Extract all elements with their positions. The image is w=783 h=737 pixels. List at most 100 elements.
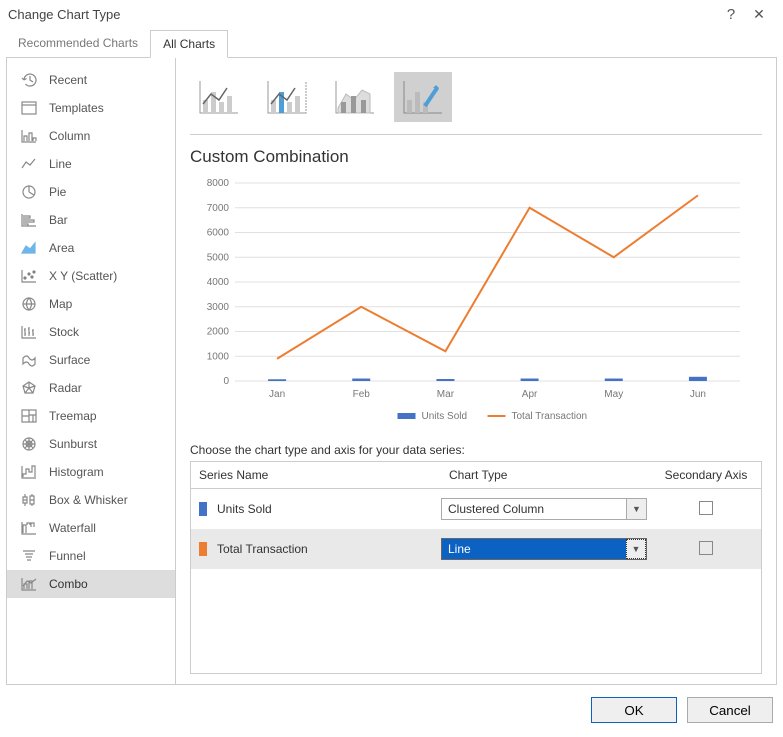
sidebar-item-bar[interactable]: Bar — [7, 206, 175, 234]
svg-text:May: May — [604, 389, 623, 400]
series-grid: Series Name Chart Type Secondary Axis Un… — [190, 461, 762, 674]
svg-text:Jan: Jan — [269, 389, 285, 400]
sidebar-item-treemap[interactable]: Treemap — [7, 402, 175, 430]
series-swatch — [199, 542, 207, 556]
treemap-icon — [19, 407, 39, 425]
scatter-icon — [19, 267, 39, 285]
sidebar-item-label: Treemap — [49, 409, 97, 423]
sidebar-item-templates[interactable]: Templates — [7, 94, 175, 122]
svg-text:Mar: Mar — [437, 389, 455, 400]
stock-icon — [19, 323, 39, 341]
sidebar-item-map[interactable]: Map — [7, 290, 175, 318]
sidebar-item-histogram[interactable]: Histogram — [7, 458, 175, 486]
chart-preview[interactable]: 010002000300040005000600070008000JanFebM… — [190, 173, 762, 433]
sidebar-item-radar[interactable]: Radar — [7, 374, 175, 402]
svg-text:0: 0 — [223, 376, 229, 387]
secondary-axis-checkbox[interactable] — [699, 541, 713, 555]
tab-all-charts[interactable]: All Charts — [150, 30, 228, 58]
sidebar-item-label: Radar — [49, 381, 82, 395]
map-icon — [19, 295, 39, 313]
combo-thumb-clustered-column-line-secondary[interactable] — [258, 72, 316, 122]
tab-recommended-charts[interactable]: Recommended Charts — [6, 30, 150, 58]
svg-text:1000: 1000 — [207, 351, 230, 362]
sidebar-item-box-whisker[interactable]: Box & Whisker — [7, 486, 175, 514]
combo-thumb-stacked-area-column[interactable] — [326, 72, 384, 122]
section-title: Custom Combination — [190, 147, 762, 167]
funnel-icon — [19, 547, 39, 565]
chevron-down-icon[interactable]: ▼ — [626, 499, 646, 519]
svg-text:6000: 6000 — [207, 228, 230, 239]
sidebar-item-scatter[interactable]: X Y (Scatter) — [7, 262, 175, 290]
ok-button[interactable]: OK — [591, 697, 677, 723]
sidebar-item-surface[interactable]: Surface — [7, 346, 175, 374]
main-panel: Custom Combination 010002000300040005000… — [175, 58, 776, 684]
radar-icon — [19, 379, 39, 397]
series-header: Series Name Chart Type Secondary Axis — [191, 462, 761, 489]
tab-strip: Recommended Charts All Charts — [6, 29, 777, 58]
series-header-name: Series Name — [191, 462, 441, 488]
sidebar-item-column[interactable]: Column — [7, 122, 175, 150]
column-icon — [19, 127, 39, 145]
svg-text:2000: 2000 — [207, 327, 230, 338]
svg-text:4000: 4000 — [207, 277, 230, 288]
box-whisker-icon — [19, 491, 39, 509]
line-icon — [19, 155, 39, 173]
surface-icon — [19, 351, 39, 369]
sidebar-item-line[interactable]: Line — [7, 150, 175, 178]
svg-text:Apr: Apr — [522, 389, 538, 400]
sidebar-item-label: Map — [49, 297, 72, 311]
sidebar-item-waterfall[interactable]: Waterfall — [7, 514, 175, 542]
svg-text:Feb: Feb — [353, 389, 371, 400]
sidebar-item-recent[interactable]: Recent — [7, 66, 175, 94]
sidebar-item-label: X Y (Scatter) — [49, 269, 117, 283]
sunburst-icon — [19, 435, 39, 453]
pie-icon — [19, 183, 39, 201]
sidebar-item-stock[interactable]: Stock — [7, 318, 175, 346]
chevron-down-icon[interactable]: ▼ — [626, 539, 646, 559]
bar-icon — [19, 211, 39, 229]
combo-thumb-clustered-column-line[interactable] — [190, 72, 248, 122]
dialog-footer: OK Cancel — [0, 685, 783, 737]
series-swatch — [199, 502, 207, 516]
content-area: Recent Templates Column Line Pie Bar Are… — [6, 58, 777, 685]
sidebar-item-label: Bar — [49, 213, 68, 227]
sidebar-item-label: Stock — [49, 325, 79, 339]
chart-type-dropdown[interactable]: Clustered Column ▼ — [441, 498, 647, 520]
series-row[interactable]: Units Sold Clustered Column ▼ — [191, 489, 761, 529]
sidebar-item-sunburst[interactable]: Sunburst — [7, 430, 175, 458]
sidebar-item-label: Surface — [49, 353, 90, 367]
sidebar-item-label: Waterfall — [49, 521, 96, 535]
sidebar-item-pie[interactable]: Pie — [7, 178, 175, 206]
series-instructions: Choose the chart type and axis for your … — [190, 443, 762, 457]
sidebar-item-combo[interactable]: Combo — [7, 570, 175, 598]
sidebar-item-area[interactable]: Area — [7, 234, 175, 262]
sidebar-item-label: Histogram — [49, 465, 104, 479]
secondary-axis-checkbox[interactable] — [699, 501, 713, 515]
svg-text:7000: 7000 — [207, 203, 230, 214]
help-icon[interactable]: ? — [717, 6, 745, 23]
sidebar-item-label: Funnel — [49, 549, 86, 563]
sidebar-item-label: Templates — [49, 101, 104, 115]
combo-thumb-custom[interactable] — [394, 72, 452, 122]
combo-thumbnails — [190, 68, 762, 135]
sidebar-item-label: Sunburst — [49, 437, 97, 451]
sidebar-item-label: Box & Whisker — [49, 493, 128, 507]
dialog-title: Change Chart Type — [8, 7, 717, 22]
cancel-button[interactable]: Cancel — [687, 697, 773, 723]
svg-text:3000: 3000 — [207, 302, 230, 313]
series-header-type: Chart Type — [441, 462, 651, 488]
sidebar-item-label: Combo — [49, 577, 88, 591]
sidebar-item-label: Line — [49, 157, 72, 171]
close-icon[interactable]: ✕ — [745, 6, 773, 23]
sidebar-item-label: Area — [49, 241, 74, 255]
chart-type-dropdown[interactable]: Line ▼ — [441, 538, 647, 560]
recent-icon — [19, 71, 39, 89]
series-row[interactable]: Total Transaction Line ▼ — [191, 529, 761, 569]
series-name-label: Units Sold — [217, 502, 272, 516]
sidebar-item-label: Pie — [49, 185, 66, 199]
svg-text:8000: 8000 — [207, 178, 230, 189]
combo-icon — [19, 575, 39, 593]
sidebar-item-funnel[interactable]: Funnel — [7, 542, 175, 570]
histogram-icon — [19, 463, 39, 481]
svg-text:Units Sold: Units Sold — [422, 411, 468, 422]
